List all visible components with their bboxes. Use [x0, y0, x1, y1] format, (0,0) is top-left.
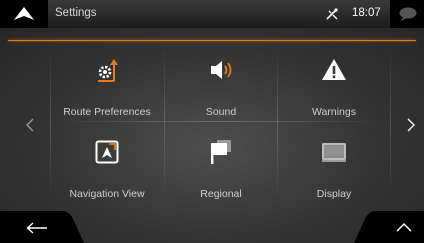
regional-flag-icon [164, 139, 278, 165]
tile-display[interactable]: Display [277, 123, 391, 203]
chevron-up-icon [396, 222, 412, 232]
navigation-logo-icon[interactable] [0, 0, 48, 28]
divider [50, 121, 390, 122]
clock: 18:07 [352, 7, 381, 19]
tile-label: Regional [200, 188, 242, 200]
chevron-right-icon[interactable] [401, 110, 421, 140]
tile-regional[interactable]: Regional [164, 123, 278, 203]
page-title: Settings [55, 7, 97, 19]
route-preferences-icon [50, 57, 164, 83]
back-button[interactable] [0, 211, 70, 243]
back-arrow-icon [26, 222, 47, 234]
tile-route-preferences[interactable]: Route Preferences [50, 41, 164, 121]
tile-sound[interactable]: Sound [164, 41, 278, 121]
bottom-bar [0, 211, 424, 243]
speech-bubble-icon[interactable] [390, 0, 424, 28]
navigation-view-icon [50, 139, 164, 165]
tile-label: Sound [205, 106, 237, 118]
tile-label: Route Preferences [63, 106, 151, 118]
tile-label: Display [316, 188, 352, 200]
tile-warnings[interactable]: Warnings [277, 41, 391, 121]
no-gps-signal-icon [325, 7, 339, 26]
tile-navigation-view[interactable]: Navigation View [50, 123, 164, 203]
top-bar: Settings 18:07 [0, 0, 424, 28]
tile-label: Warnings [312, 106, 356, 118]
chevron-left-icon[interactable] [20, 110, 40, 140]
up-button[interactable] [364, 211, 424, 243]
display-icon [277, 139, 391, 165]
speaker-icon [164, 57, 278, 83]
warning-triangle-icon [277, 57, 391, 83]
tile-label: Navigation View [69, 188, 145, 200]
